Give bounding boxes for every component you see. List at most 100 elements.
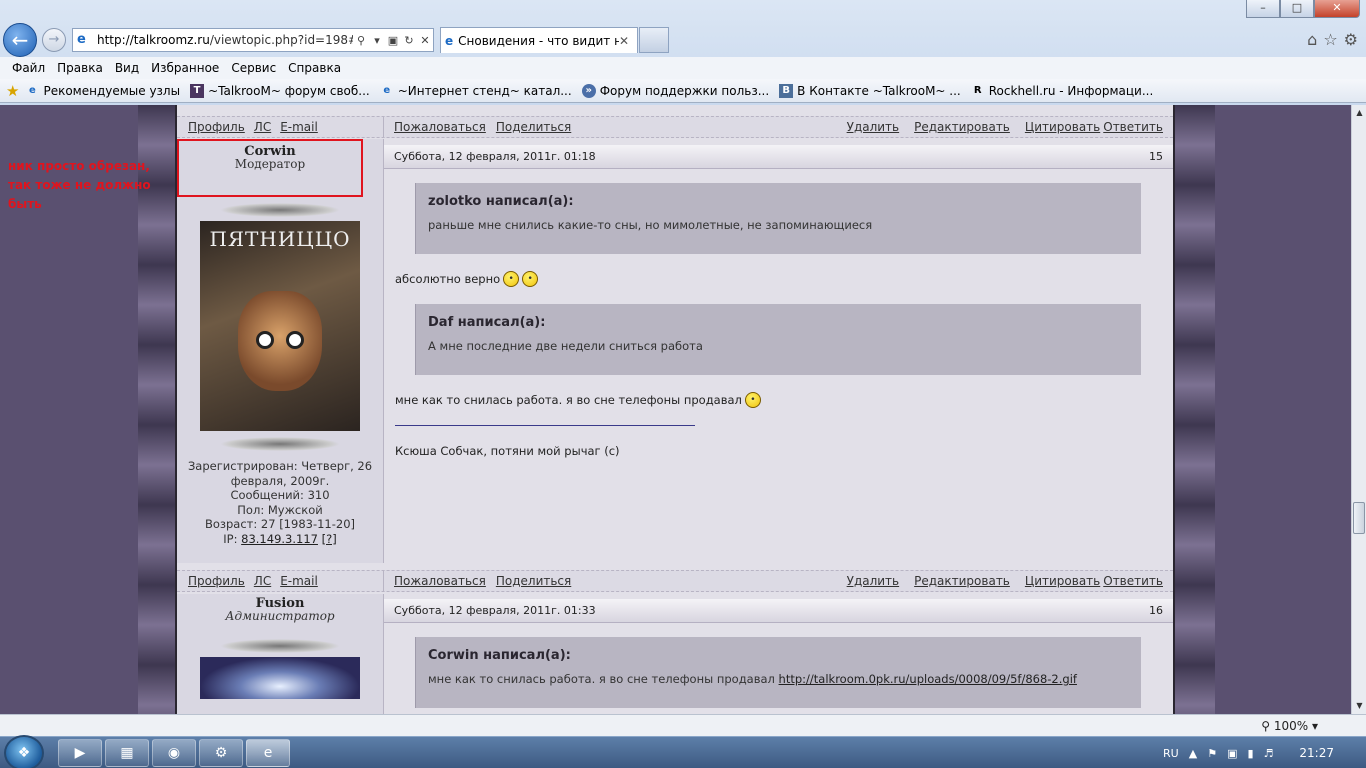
scroll-thumb[interactable] [1353, 502, 1365, 534]
stop-icon[interactable]: ✕ [417, 34, 433, 47]
pm-link[interactable]: ЛС [254, 120, 271, 134]
post-number[interactable]: 16 [1149, 604, 1163, 617]
ip-link[interactable]: 83.149.3.117 [241, 532, 318, 546]
menu-tools[interactable]: Сервис [227, 61, 284, 75]
forward-button[interactable]: → [42, 28, 66, 52]
menu-edit[interactable]: Правка [53, 61, 111, 75]
report-link[interactable]: Пожаловаться [394, 120, 486, 134]
system-tray: RU ▲ ⚑ ▣ ▮ ♬ 21:27 [1163, 737, 1366, 768]
firefox-icon[interactable]: ◉ [152, 739, 196, 767]
network-icon[interactable]: ▮ [1247, 747, 1253, 760]
ie-icon: e [29, 84, 36, 96]
ornament-divider [220, 639, 340, 653]
page-icon: e [77, 32, 86, 47]
favorites-star-icon[interactable]: ☆ [1323, 30, 1337, 49]
post-author-panel: Fusion Администратор [177, 594, 384, 714]
profile-link[interactable]: Профиль [188, 120, 245, 134]
favorite-link[interactable]: R Rockhell.ru - Информаци... [971, 84, 1153, 98]
quote-link[interactable]: Цитировать [1025, 574, 1100, 588]
quote-block: Daf написал(а): А мне последние две неде… [415, 304, 1141, 375]
tools-gear-icon[interactable]: ⚙ [1344, 30, 1358, 49]
window-controls: – □ ✕ [1246, 0, 1360, 18]
post-number[interactable]: 15 [1149, 150, 1163, 163]
forum-topic: Профиль ЛС E-mail Пожаловаться Поделитьс… [175, 105, 1175, 714]
favorites-star-icon[interactable]: ★ [6, 82, 19, 100]
pm-link[interactable]: ЛС [254, 574, 271, 588]
post-actions-row: Профиль ЛС E-mail Пожаловаться Поделитьс… [177, 570, 1173, 592]
author-info: Зарегистрирован: Четверг, 26 февраля, 20… [177, 459, 383, 547]
back-button[interactable]: ← [3, 23, 37, 57]
close-window-button[interactable]: ✕ [1314, 0, 1360, 18]
home-icon[interactable]: ⌂ [1307, 30, 1317, 49]
post-actions-row: Профиль ЛС E-mail Пожаловаться Поделитьс… [177, 116, 1173, 138]
menu-help[interactable]: Справка [284, 61, 349, 75]
author-nick[interactable]: Fusion [177, 594, 383, 608]
signature-divider [395, 425, 695, 426]
scroll-up-icon[interactable]: ▲ [1352, 105, 1366, 121]
rockhell-icon: R [973, 84, 982, 96]
reply-link[interactable]: Ответить [1103, 574, 1163, 588]
volume-icon[interactable]: ♬ [1264, 747, 1274, 760]
favorite-link[interactable]: » Форум поддержки польз... [581, 83, 769, 98]
delete-link[interactable]: Удалить [847, 574, 900, 588]
registered-text: Зарегистрирован: Четверг, 26 февраля, 20… [187, 459, 373, 488]
zoom-control[interactable]: ⚲ 100% ▾ [1261, 719, 1318, 733]
forum-icon: » [581, 83, 596, 98]
clock[interactable]: 21:27 [1299, 746, 1334, 760]
email-link[interactable]: E-mail [280, 574, 318, 588]
favorite-link[interactable]: e ~Интернет стенд~ катал... [380, 84, 571, 98]
share-link[interactable]: Поделиться [496, 120, 571, 134]
avatar-creature [238, 291, 322, 391]
explorer-icon[interactable]: ▦ [105, 739, 149, 767]
vertical-scrollbar[interactable]: ▲ ▼ [1351, 105, 1366, 714]
start-button[interactable]: ❖ [4, 735, 44, 768]
quote-block: Corwin написал(а): мне как то снилась ра… [415, 637, 1141, 708]
device-icon[interactable]: ▣ [1227, 747, 1237, 760]
author-role: Модератор [234, 157, 306, 171]
reply-link[interactable]: Ответить [1103, 120, 1163, 134]
age-text: Возраст: 27 [1983-11-20] [204, 517, 356, 532]
search-icon[interactable]: ⚲ [353, 34, 369, 47]
tray-arrow-icon[interactable]: ▲ [1189, 747, 1197, 760]
refresh-icon[interactable]: ↻ [401, 34, 417, 47]
media-player-icon[interactable]: ▶ [58, 739, 102, 767]
author-nick[interactable]: Corwin [179, 142, 361, 156]
delete-link[interactable]: Удалить [847, 120, 900, 134]
ie-taskbar-icon[interactable]: e [246, 739, 290, 767]
address-url[interactable]: http://talkroomz.ru/viewtopic.php?id=198… [93, 33, 353, 47]
app-icon[interactable]: ⚙ [199, 739, 243, 767]
quote-link[interactable]: Цитировать [1025, 120, 1100, 134]
quote-header: Corwin написал(а): [428, 648, 571, 663]
report-link[interactable]: Пожаловаться [394, 574, 486, 588]
favorite-link[interactable]: BВ Контакте ~TalkrooM~ ... [779, 83, 961, 98]
profile-link[interactable]: Профиль [188, 574, 245, 588]
right-ornament [1175, 105, 1215, 714]
menu-view[interactable]: Вид [111, 61, 147, 75]
quote-text: А мне последние две недели сниться работ… [428, 339, 703, 353]
flag-icon[interactable]: ⚑ [1207, 747, 1217, 760]
vk-icon: B [779, 83, 794, 98]
tab-title: Сновидения - что видит н... [458, 33, 619, 48]
favorite-link[interactable]: e Рекомендуемые узлы [25, 84, 180, 98]
edit-link[interactable]: Редактировать [914, 120, 1010, 134]
compat-view-icon[interactable]: ▣ [385, 34, 401, 47]
zoom-icon: ⚲ [1261, 719, 1271, 733]
restore-button[interactable]: □ [1280, 0, 1314, 18]
avatar [200, 657, 360, 699]
new-tab-button[interactable] [639, 27, 669, 53]
menu-favorites[interactable]: Избранное [147, 61, 227, 75]
minimize-button[interactable]: – [1246, 0, 1280, 18]
scroll-down-icon[interactable]: ▼ [1352, 698, 1366, 714]
edit-link[interactable]: Редактировать [914, 574, 1010, 588]
quote-link-url[interactable]: http://talkroom.0pk.ru/uploads/0008/09/5… [779, 672, 1077, 686]
share-link[interactable]: Поделиться [496, 574, 571, 588]
tab-close-icon[interactable]: ✕ [619, 34, 633, 48]
menu-file[interactable]: Файл [8, 61, 53, 75]
browser-tab[interactable]: e Сновидения - что видит н... ✕ [440, 27, 638, 53]
email-link[interactable]: E-mail [280, 120, 318, 134]
favorite-link[interactable]: T ~TalkrooM~ форум своб... [190, 83, 370, 98]
dropdown-icon[interactable]: ▾ [369, 34, 385, 47]
ip-help-link[interactable]: [?] [322, 532, 337, 546]
language-indicator[interactable]: RU [1163, 747, 1179, 760]
address-bar[interactable]: e http://talkroomz.ru/viewtopic.php?id=1… [72, 28, 434, 52]
